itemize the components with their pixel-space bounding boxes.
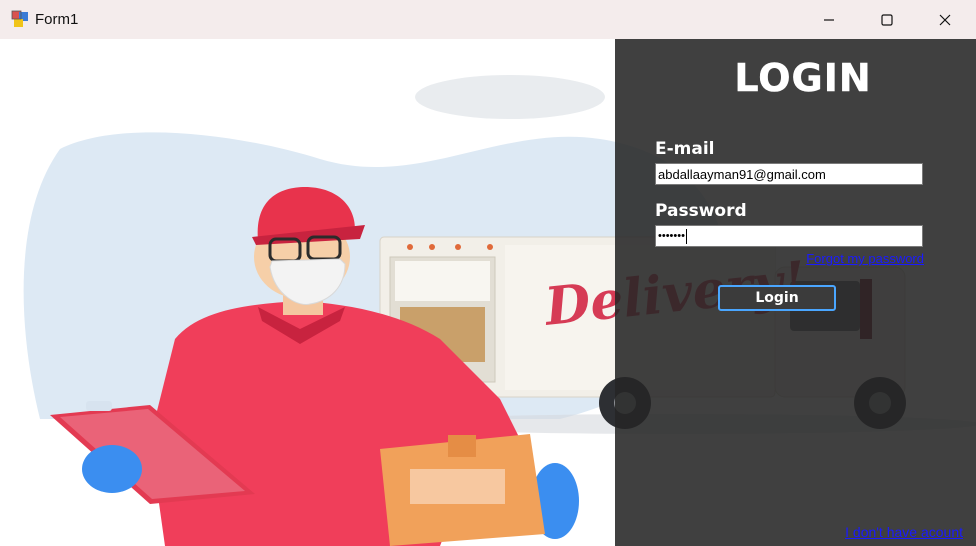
login-heading: LOGIN bbox=[734, 56, 872, 101]
no-account-link[interactable]: I don't have acount bbox=[845, 524, 963, 540]
maximize-button[interactable] bbox=[858, 0, 916, 39]
email-field[interactable] bbox=[655, 163, 923, 185]
password-label: Password bbox=[655, 201, 747, 221]
forgot-password-link[interactable]: Forgot my password bbox=[806, 251, 924, 266]
text-cursor bbox=[685, 228, 687, 244]
app-icon bbox=[11, 10, 28, 27]
form-client-area: Delivery! LOGIN E-mail bbox=[0, 39, 976, 546]
close-icon bbox=[939, 14, 951, 25]
close-button[interactable] bbox=[916, 0, 974, 39]
window-title: Form1 bbox=[35, 11, 79, 28]
email-label: E-mail bbox=[655, 139, 715, 159]
cloud-shape bbox=[415, 75, 605, 119]
minimize-icon bbox=[824, 18, 834, 21]
login-button[interactable]: Login bbox=[718, 285, 836, 311]
maximize-icon bbox=[881, 13, 893, 26]
window-titlebar: Form1 bbox=[0, 0, 976, 39]
password-value: ••••••• bbox=[658, 230, 685, 242]
password-field[interactable]: ••••••• bbox=[655, 225, 923, 247]
minimize-button[interactable] bbox=[800, 0, 858, 39]
